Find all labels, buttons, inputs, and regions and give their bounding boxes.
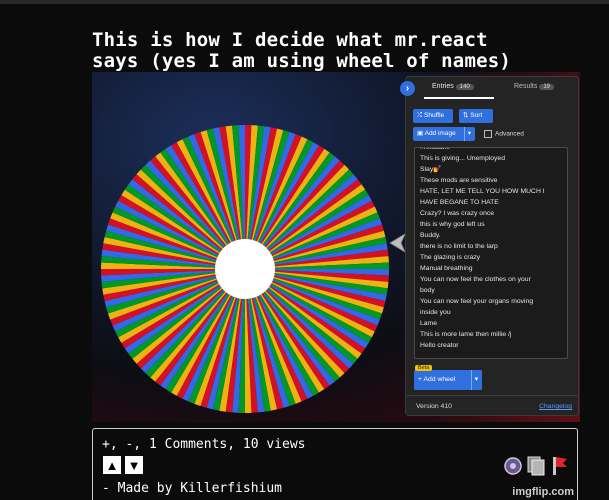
- advanced-checkbox[interactable]: Advanced: [484, 130, 524, 138]
- shuffle-label: Shuffle: [424, 112, 445, 119]
- sort-button[interactable]: ⇅ Sort: [459, 109, 493, 123]
- shuffle-button[interactable]: ⤮ Shuffle: [413, 109, 453, 123]
- entry-line: This is more lame then millie /j: [420, 331, 512, 338]
- entries-list: #relatable This is giving... Unemployed Sl…: [420, 148, 563, 351]
- flag-icon[interactable]: [549, 455, 569, 477]
- entry-line: You can now feel the clothes on your: [420, 276, 531, 283]
- entry-line: body: [420, 287, 435, 294]
- upvote-button[interactable]: ▲: [103, 456, 121, 474]
- entry-line: Buddy.: [420, 232, 441, 239]
- entry-line: Manual breathing: [420, 265, 473, 272]
- tab-results[interactable]: Results 19: [514, 83, 555, 90]
- entries-textarea[interactable]: #relatable This is giving... Unemployed Sl…: [414, 147, 568, 359]
- entry-line: inside you: [420, 309, 451, 316]
- panel-tabs: Entries 140 Results 19: [416, 81, 572, 99]
- entry-line: Crazy? I was crazy once: [420, 210, 495, 217]
- entry-line: Slay💅: [420, 166, 442, 173]
- advanced-label: Advanced: [495, 130, 524, 138]
- wheel-of-names[interactable]: [100, 124, 390, 414]
- entries-panel: › Entries 140 Results 19 ⤮ Shuffle ⇅ Sort …: [400, 76, 579, 416]
- remix-icon[interactable]: [503, 455, 523, 477]
- entry-line: HAVE BEGANE TO HATE: [420, 199, 499, 206]
- copy-icon[interactable]: [526, 455, 546, 477]
- entry-line: Lame: [420, 320, 438, 327]
- wheel-svg[interactable]: [100, 124, 390, 414]
- sort-label: Sort: [470, 112, 483, 119]
- chevron-right-icon[interactable]: ›: [400, 81, 415, 96]
- sort-icon: ⇅: [463, 112, 469, 119]
- add-wheel-button[interactable]: + Add wheel ▾: [414, 370, 482, 390]
- version-label: Version 410: [416, 403, 452, 410]
- active-tab-indicator: [424, 97, 494, 99]
- downvote-button[interactable]: ▼: [125, 456, 143, 474]
- entry-line: there is no limit to the larp: [420, 243, 498, 250]
- entry-line: You can now feel your organs moving: [420, 298, 534, 305]
- tab-results-label: Results: [514, 83, 538, 90]
- tab-entries-count: 140: [455, 84, 474, 90]
- beta-badge: Beta: [415, 365, 433, 371]
- entry-line: HATE, LET ME TELL YOU HOW MUCH I: [420, 188, 545, 195]
- changelog-link[interactable]: Changelog: [539, 403, 572, 410]
- entry-line: this is why god left us: [420, 221, 485, 228]
- screenshot-image: › Entries 140 Results 19 ⤮ Shuffle ⇅ Sort …: [92, 72, 580, 422]
- meme-caption: This is how I decide what mr.react says …: [92, 29, 512, 72]
- arrow-up-icon: ▲: [105, 458, 119, 473]
- arrow-down-icon: ▼: [127, 458, 141, 473]
- chevron-down-icon[interactable]: ▾: [470, 370, 478, 390]
- add-wheel-label: Add wheel: [423, 376, 456, 383]
- meme-stats: +, -, 1 Comments, 10 views: [102, 437, 306, 452]
- made-by-text: - Made by Killerfishium: [102, 481, 283, 496]
- tab-results-count: 19: [539, 84, 555, 90]
- add-image-label: Add image: [424, 130, 456, 137]
- imgflip-watermark: imgflip.com: [512, 486, 574, 498]
- entry-line: The glazing is crazy: [420, 254, 481, 261]
- entry-line: This is giving... Unemployed: [420, 155, 505, 162]
- entry-line: Hello creator: [420, 342, 459, 349]
- top-bar: [0, 0, 609, 4]
- tab-entries-label: Entries: [432, 83, 454, 90]
- add-image-button[interactable]: ▣ Add image ▾: [413, 127, 475, 141]
- image-icon: ▣: [417, 130, 424, 137]
- entry-line: These mods are sensitive: [420, 177, 498, 184]
- shuffle-icon: ⤮: [417, 112, 423, 119]
- wheel-center[interactable]: [215, 239, 275, 299]
- meme-footer: +, -, 1 Comments, 10 views ▲ ▼ - Made by…: [92, 428, 578, 500]
- chevron-down-icon[interactable]: ▾: [463, 127, 471, 141]
- panel-divider: [406, 395, 578, 396]
- checkbox-icon: [484, 130, 492, 138]
- action-icons: [503, 455, 573, 479]
- tab-entries[interactable]: Entries 140: [432, 83, 474, 90]
- wheel-pointer-icon: [389, 233, 406, 253]
- plus-icon: +: [418, 376, 422, 383]
